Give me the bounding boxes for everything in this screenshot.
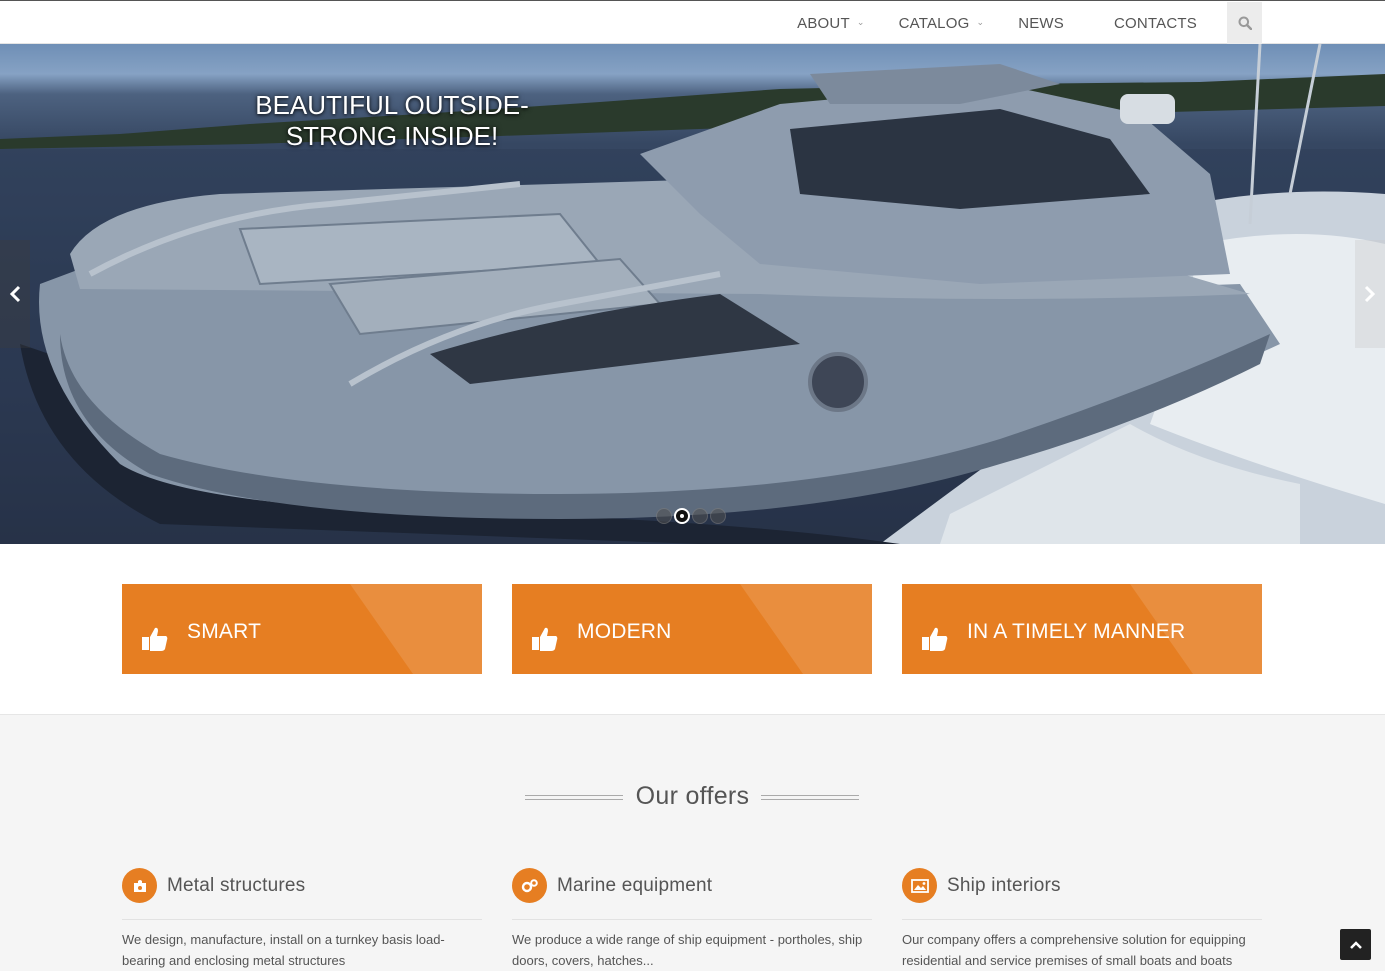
search-button[interactable]: [1227, 2, 1262, 44]
chevron-down-icon: ⌄: [856, 16, 865, 27]
offer-text: Our company offers a comprehensive solut…: [902, 932, 1246, 968]
feature-label: IN A TIMELY MANNER: [967, 620, 1186, 643]
thumbs-up-icon: [142, 627, 168, 651]
feature-timely[interactable]: IN A TIMELY MANNER: [902, 584, 1262, 674]
page: ABOUT ⌄ CATALOG ⌄ NEWS CONTACTS BEAUTIFU…: [0, 0, 1385, 971]
chevron-up-icon: [1349, 940, 1362, 949]
slider-prev-button[interactable]: [0, 240, 30, 348]
offer-title[interactable]: Metal structures: [167, 875, 305, 897]
chevron-down-icon: ⌄: [976, 16, 985, 27]
picture-icon: [902, 868, 937, 903]
feature-label: MODERN: [577, 620, 672, 643]
feature-smart[interactable]: SMART: [122, 584, 482, 674]
offer-divider: [122, 919, 482, 920]
slider-next-button[interactable]: [1355, 240, 1385, 348]
slider-pagination: [656, 508, 726, 524]
hero-slider: BEAUTIFUL OUTSIDE- STRONG INSIDE!: [0, 44, 1385, 544]
feature-label: SMART: [187, 620, 262, 643]
puzzle-icon: [122, 868, 157, 903]
nav-news-label: NEWS: [1018, 14, 1064, 32]
nav-about[interactable]: ABOUT ⌄: [797, 1, 864, 45]
hero-boat-image: [0, 44, 1385, 544]
slider-dot[interactable]: [692, 508, 708, 524]
thumbs-up-icon: [922, 627, 948, 651]
nav-contacts-label: CONTACTS: [1114, 14, 1197, 32]
feature-stripe: [740, 584, 872, 674]
feature-stripe: [350, 584, 482, 674]
nav-catalog[interactable]: CATALOG ⌄: [899, 1, 985, 45]
gears-icon: [512, 868, 547, 903]
nav-news[interactable]: NEWS: [1018, 1, 1064, 45]
offer-text: We design, manufacture, install on a tur…: [122, 932, 445, 968]
slider-dot[interactable]: [710, 508, 726, 524]
offer-divider: [512, 919, 872, 920]
slider-dot-active[interactable]: [674, 508, 690, 524]
site-header: ABOUT ⌄ CATALOG ⌄ NEWS CONTACTS: [0, 0, 1385, 44]
scroll-to-top-button[interactable]: [1340, 929, 1371, 960]
search-icon: [1238, 16, 1252, 30]
offer-divider: [902, 919, 1262, 920]
offer-text: We produce a wide range of ship equipmen…: [512, 932, 863, 968]
nav-contacts[interactable]: CONTACTS: [1114, 1, 1197, 45]
feature-modern[interactable]: MODERN: [512, 584, 872, 674]
offer-title[interactable]: Marine equipment: [557, 875, 712, 897]
offers-title: Our offers: [635, 782, 750, 810]
nav-catalog-label: CATALOG: [898, 14, 970, 32]
features-band: SMART MODERN IN A TIMELY MANNER: [0, 544, 1385, 715]
thumbs-up-icon: [532, 627, 558, 651]
title-decoration-right: [761, 795, 859, 800]
hero-caption-line1: BEAUTIFUL OUTSIDE-: [255, 90, 529, 120]
nav-about-label: ABOUT: [797, 14, 850, 32]
chevron-right-icon: [1364, 285, 1376, 303]
main-nav: ABOUT ⌄ CATALOG ⌄ NEWS CONTACTS: [797, 1, 1262, 45]
slider-dot[interactable]: [656, 508, 672, 524]
offer-title[interactable]: Ship interiors: [947, 875, 1061, 897]
hero-caption-line2: STRONG INSIDE!: [285, 121, 499, 151]
hero-caption: BEAUTIFUL OUTSIDE- STRONG INSIDE!: [222, 90, 562, 152]
chevron-left-icon: [9, 285, 21, 303]
